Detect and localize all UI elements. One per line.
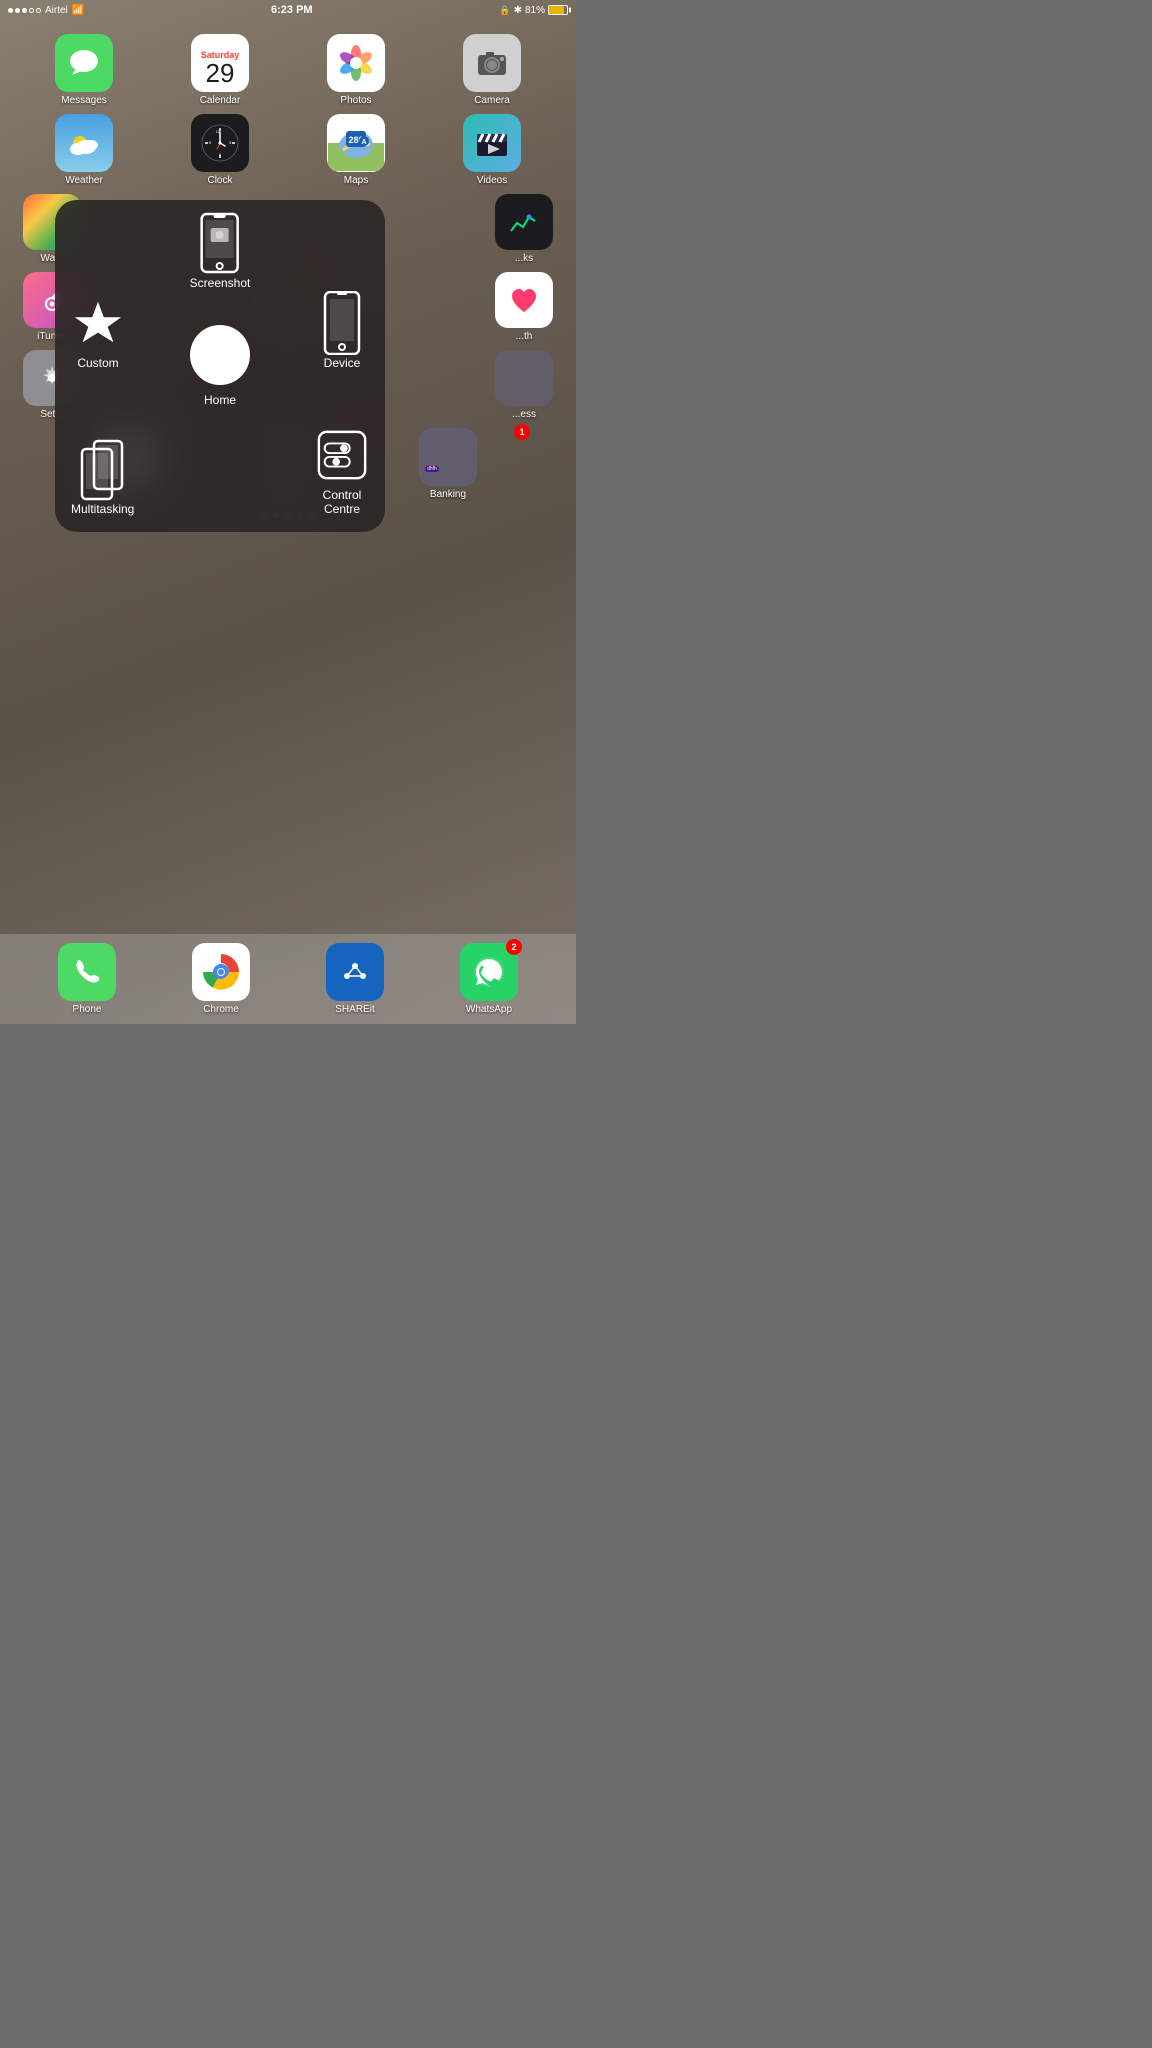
calendar-label: Calendar	[200, 95, 241, 106]
business-icon-img	[495, 350, 553, 406]
camera-label: Camera	[474, 95, 510, 106]
clock-label: Clock	[207, 175, 232, 186]
wifi-icon: 📶	[72, 5, 84, 16]
whatsapp-icon-img: 2	[460, 943, 518, 1001]
dot1	[8, 8, 13, 13]
photos-icon-img	[327, 34, 385, 92]
app-row-1: Messages Saturday 29 Calendar	[10, 30, 566, 110]
home-circle-icon	[190, 325, 250, 385]
chrome-icon-img	[192, 943, 250, 1001]
dot3	[22, 8, 27, 13]
weather-label: Weather	[65, 175, 103, 186]
dock-phone[interactable]: Phone	[58, 943, 116, 1015]
calendar-icon-img: Saturday 29	[191, 34, 249, 92]
shareit-icon-img	[326, 943, 384, 1001]
signal-dots	[8, 8, 41, 13]
app-clock[interactable]: 12 3 6 9 Clock	[154, 114, 286, 186]
dock-whatsapp[interactable]: 2 WhatsApp	[460, 943, 518, 1015]
health-label: ...th	[516, 331, 533, 342]
status-left: Airtel 📶	[8, 5, 84, 16]
battery-percent: 81%	[525, 5, 545, 16]
banking-badge: 1	[514, 424, 530, 440]
videos-label: Videos	[477, 175, 507, 186]
bluetooth-icon: ✱	[514, 5, 522, 16]
multitasking-label: Multitasking	[71, 502, 134, 516]
at-controlcentre[interactable]: ControlCentre	[315, 428, 369, 516]
app-health-partial[interactable]: ...th	[490, 272, 558, 342]
custom-icon	[71, 296, 125, 350]
at-custom[interactable]: Custom	[71, 296, 125, 370]
dock-shareit[interactable]: SHAREit	[326, 943, 384, 1015]
phone-icon-img	[58, 943, 116, 1001]
stocks-label: ...ks	[515, 253, 533, 264]
custom-label: Custom	[77, 356, 118, 370]
business-label: ...ess	[512, 409, 536, 420]
multitasking-icon	[76, 442, 130, 496]
weather-icon-img	[55, 114, 113, 172]
status-right: 🔒 ✱ 81%	[499, 5, 568, 16]
status-bar: Airtel 📶 6:23 PM 🔒 ✱ 81%	[0, 0, 576, 20]
device-icon	[315, 296, 369, 350]
at-multitasking[interactable]: Multitasking	[71, 442, 134, 516]
device-label: Device	[324, 356, 361, 370]
home-label: Home	[204, 393, 236, 407]
controlcentre-label: ControlCentre	[323, 488, 362, 516]
banking-label: Banking	[430, 489, 466, 500]
banking-folder-img: dhfh	[419, 428, 477, 486]
carrier-label: Airtel	[45, 5, 68, 16]
app-calendar[interactable]: Saturday 29 Calendar	[154, 34, 286, 106]
shareit-label: SHAREit	[335, 1004, 374, 1015]
maps-label: Maps	[344, 175, 368, 186]
app-maps[interactable]: 280 A Maps	[290, 114, 422, 186]
clock-icon-img: 12 3 6 9	[191, 114, 249, 172]
screenshot-label: Screenshot	[190, 276, 251, 290]
app-messages[interactable]: Messages	[18, 34, 150, 106]
lock-icon: 🔒	[499, 5, 510, 16]
whatsapp-badge: 2	[506, 939, 522, 955]
at-screenshot[interactable]: Screenshot	[190, 216, 251, 290]
chrome-label: Chrome	[203, 1004, 239, 1015]
at-device[interactable]: Device	[315, 296, 369, 370]
screenshot-icon	[193, 216, 247, 270]
battery-icon	[548, 5, 568, 15]
controlcentre-icon	[315, 428, 369, 482]
health-icon-img	[495, 272, 553, 328]
stocks-icon-img	[495, 194, 553, 250]
app-camera[interactable]: Camera	[426, 34, 558, 106]
messages-icon-img	[55, 34, 113, 92]
app-business-partial[interactable]: ...ess	[490, 350, 558, 420]
dot2	[15, 8, 20, 13]
dot4	[29, 8, 34, 13]
camera-icon-img	[463, 34, 521, 92]
app-row-2: Weather 12 3 6 9	[10, 110, 566, 190]
dock: Phone Chrome	[0, 934, 576, 1024]
svg-text:A: A	[361, 139, 366, 146]
app-weather[interactable]: Weather	[18, 114, 150, 186]
messages-label: Messages	[61, 95, 107, 106]
assistivetouch-menu: Screenshot Custom Device	[55, 200, 385, 532]
time-display: 6:23 PM	[271, 4, 313, 16]
at-menu-grid: Screenshot Custom Device	[71, 216, 369, 516]
at-home[interactable]: Home	[190, 325, 250, 407]
dot5	[36, 8, 41, 13]
videos-icon-img	[463, 114, 521, 172]
app-videos[interactable]: Videos	[426, 114, 558, 186]
photos-label: Photos	[340, 95, 371, 106]
app-photos[interactable]: Photos	[290, 34, 422, 106]
maps-icon-img: 280 A	[327, 114, 385, 172]
battery-fill	[549, 6, 564, 14]
app-banking-folder[interactable]: dhfh 1 Banking	[370, 428, 526, 500]
app-stocks-partial[interactable]: ...ks	[490, 194, 558, 264]
dock-chrome[interactable]: Chrome	[192, 943, 250, 1015]
whatsapp-label: WhatsApp	[466, 1004, 512, 1015]
phone-label: Phone	[73, 1004, 102, 1015]
